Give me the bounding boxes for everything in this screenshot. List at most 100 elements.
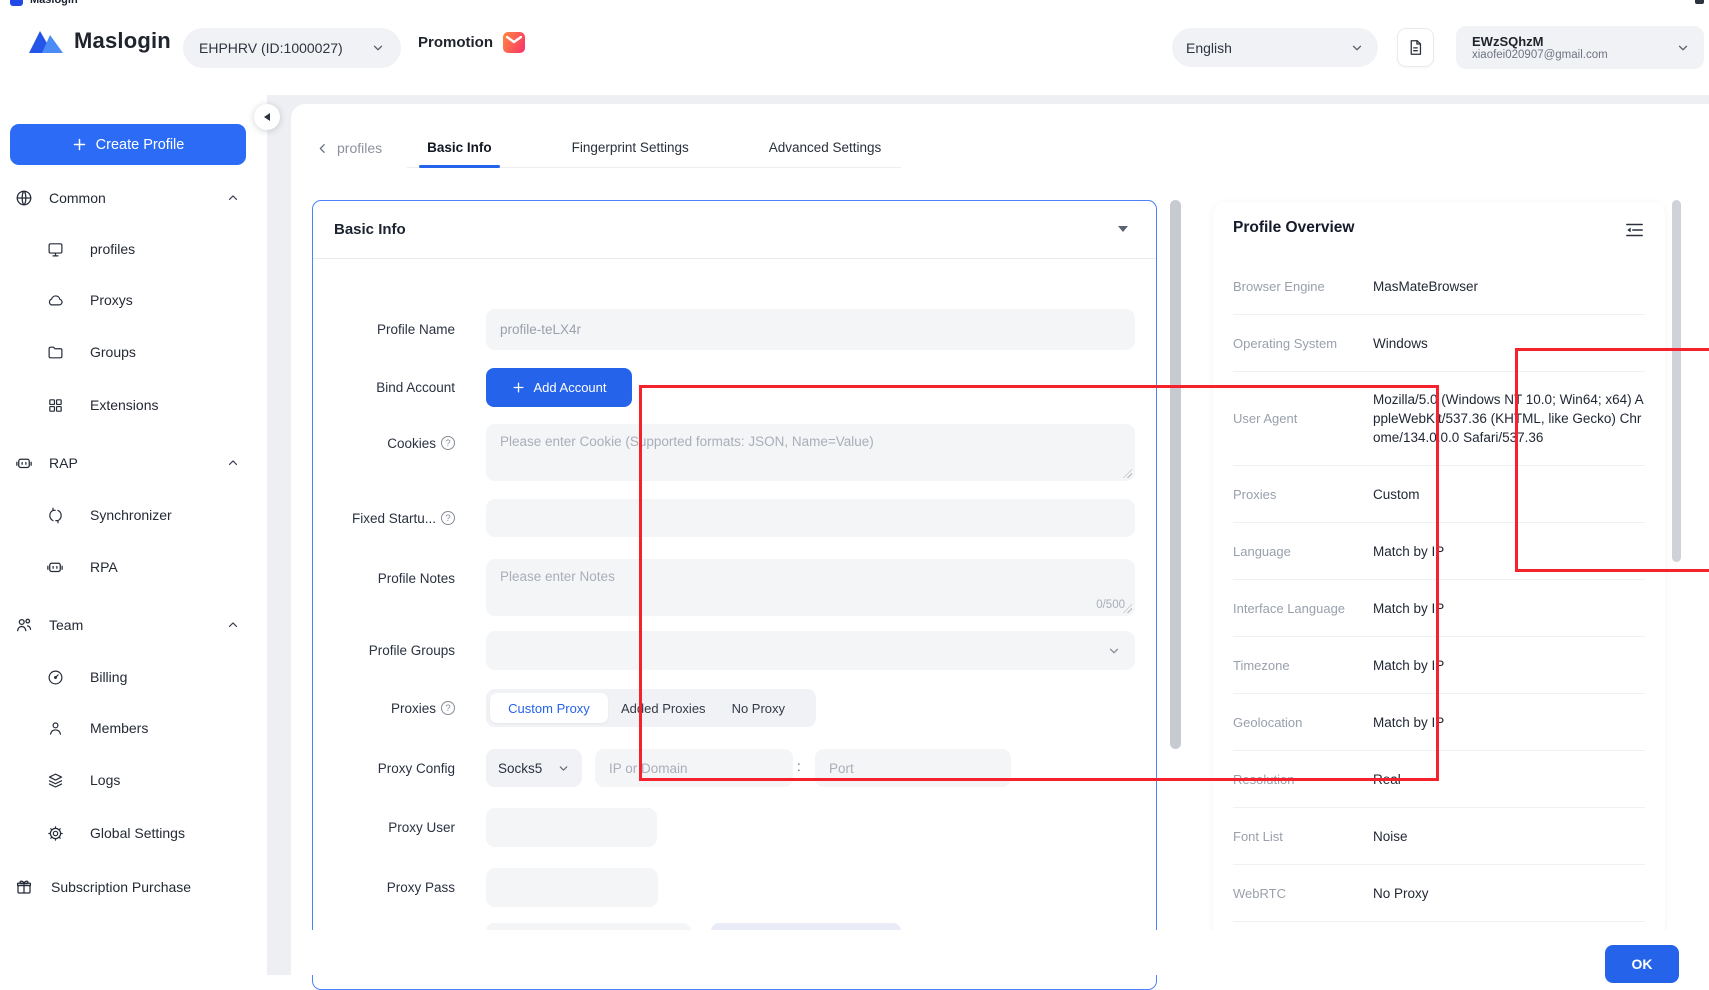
profile-overview-title: Profile Overview [1233,219,1354,237]
proxy-type-select[interactable]: Socks5 [486,749,582,787]
overview-row-value: Real [1373,770,1645,789]
bind-account-label: Bind Account [313,368,455,407]
sidebar-item-logs[interactable]: Logs [0,760,267,800]
maslogin-logo-icon [28,26,64,56]
sidebar-section-common[interactable]: Common [0,178,267,218]
account-menu[interactable]: EWzSQhzM xiaofei020907@gmail.com [1456,26,1704,69]
globe-icon [14,189,34,207]
sidebar-item-billing[interactable]: Billing [0,657,267,697]
sidebar-item-global-settings[interactable]: Global Settings [0,813,267,853]
chevron-down-icon [1350,41,1364,55]
content-area: profiles Basic Info Fingerprint Settings… [267,95,1709,975]
overview-row-label: Resolution [1233,772,1373,787]
overview-row-proxies: ProxiesCustom [1233,466,1645,523]
window-titlebar: Maslogin [0,0,400,9]
profile-name-label: Profile Name [313,309,455,350]
overview-row-timezone: TimezoneMatch by IP [1233,637,1645,694]
profile-groups-select[interactable] [486,631,1135,670]
sidebar-section-rap[interactable]: RAP [0,443,267,483]
fixed-startup-label: Fixed Startu... [313,499,455,537]
help-icon[interactable] [441,511,455,525]
chevron-left-icon [316,142,329,155]
window-title: Maslogin [30,0,78,6]
proxy-config-label: Proxy Config [313,749,455,787]
robot-icon [45,558,65,576]
profile-name-input[interactable] [486,309,1135,350]
add-account-button[interactable]: Add Account [486,368,632,407]
promotion-label: Promotion [418,34,493,51]
sidebar: Create Profile Common profiles Proxys Group… [0,95,267,975]
overview-row-language: LanguageMatch by IP [1233,523,1645,580]
chevron-up-icon [226,191,240,210]
tab-fingerprint-settings[interactable]: Fingerprint Settings [552,128,709,167]
profile-notes-label: Profile Notes [313,559,455,597]
sidebar-item-members[interactable]: Members [0,708,267,748]
language-selector[interactable]: English [1172,28,1378,67]
proxy-tab-added-proxies[interactable]: Added Proxies [608,693,719,723]
sidebar-item-subscription-purchase[interactable]: Subscription Purchase [0,867,267,907]
billing-icon [45,669,65,686]
docs-button[interactable] [1397,28,1434,67]
overview-row-value: Noise [1373,827,1645,846]
proxy-port-input[interactable] [815,749,1011,787]
proxy-user-input[interactable] [486,808,657,847]
workspace-selector[interactable]: EHPHRV (ID:1000027) [183,28,401,68]
sidebar-label: Team [49,617,83,633]
ok-button[interactable]: OK [1605,945,1679,983]
sidebar-section-team[interactable]: Team [0,605,267,645]
sidebar-item-synchronizer[interactable]: Synchronizer [0,495,267,535]
help-icon[interactable] [441,436,455,450]
tab-advanced-settings[interactable]: Advanced Settings [749,128,902,167]
fixed-startup-input[interactable] [486,499,1135,537]
tab-basic-info[interactable]: Basic Info [407,128,512,167]
proxy-tab-no-proxy[interactable]: No Proxy [719,693,798,723]
sidebar-item-rpa[interactable]: RPA [0,547,267,587]
proxy-tab-custom-proxy[interactable]: Custom Proxy [490,693,608,723]
promotion-link[interactable]: Promotion [418,32,525,53]
sidebar-label: Synchronizer [90,507,172,523]
create-profile-label: Create Profile [96,137,185,153]
overview-row-label: WebRTC [1233,886,1373,901]
overview-row-geolocation: GeolocationMatch by IP [1233,694,1645,751]
profile-notes-textarea[interactable] [486,559,1135,616]
overview-row-label: Geolocation [1233,715,1373,730]
basic-info-card: Basic Info Profile Name Bind Account Add… [312,200,1157,990]
overview-row-value: Match by IP [1373,542,1645,561]
page-scrollbar-thumb[interactable] [1672,200,1681,562]
sidebar-item-proxys[interactable]: Proxys [0,280,267,320]
proxy-pass-input[interactable] [486,868,658,907]
folder-icon [45,344,65,361]
sidebar-collapse-button[interactable] [254,104,280,130]
overview-list-icon[interactable] [1626,223,1643,242]
proxy-pass-label: Proxy Pass [313,868,455,907]
create-profile-button[interactable]: Create Profile [10,124,246,165]
sync-icon [45,507,65,524]
sidebar-item-extensions[interactable]: Extensions [0,385,267,425]
sidebar-item-groups[interactable]: Groups [0,332,267,372]
collapse-chevron-icon [1118,226,1128,232]
promotion-envelope-icon [503,32,525,53]
profile-overview-card: Profile Overview Browser EngineMasMateBr… [1213,202,1665,938]
sidebar-item-profiles[interactable]: profiles [0,229,267,269]
chevron-down-icon [1107,644,1121,658]
robot-icon [14,454,34,472]
overview-row-font-list: Font ListNoise [1233,808,1645,865]
chevron-left-icon [264,113,270,121]
breadcrumb-back[interactable]: profiles [316,140,382,156]
overview-row-value: MasMateBrowser [1373,277,1645,296]
workspace-label: EHPHRV (ID:1000027) [199,40,343,56]
sidebar-label: Groups [90,344,136,360]
form-scrollbar-thumb[interactable] [1170,200,1181,749]
chevron-down-icon [557,762,570,775]
sidebar-label: Global Settings [90,825,185,841]
basic-info-header[interactable]: Basic Info [313,201,1156,259]
overview-row-browser-engine: Browser EngineMasMateBrowser [1233,258,1645,315]
gear-icon [45,825,65,842]
notes-char-counter: 0/500 [1096,599,1125,611]
proxy-ip-input[interactable] [595,749,793,787]
help-icon[interactable] [441,701,455,715]
overview-row-label: Font List [1233,829,1373,844]
tab-bar: profiles Basic Info Fingerprint Settings… [316,128,901,168]
cookies-textarea[interactable] [486,424,1135,481]
overview-row-value: Custom [1373,485,1645,504]
